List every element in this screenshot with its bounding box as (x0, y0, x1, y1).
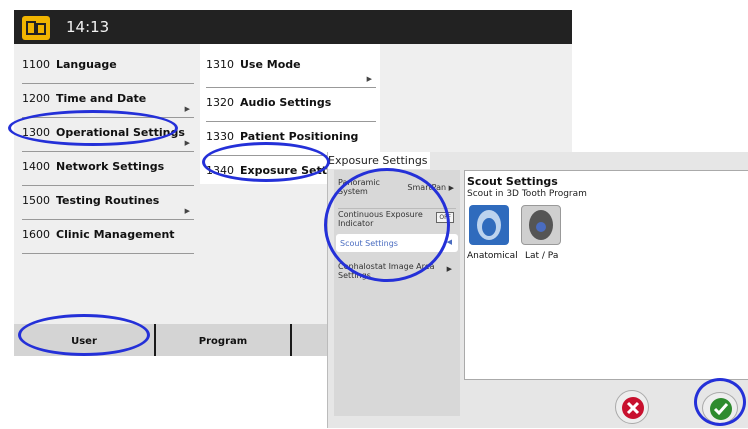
menu-num: 1100 (22, 58, 50, 71)
menu-label: Use Mode (240, 58, 301, 71)
skull-front-icon (477, 210, 501, 240)
close-icon (622, 397, 644, 419)
menu-label: Language (56, 58, 117, 71)
menu-num: 1200 (22, 92, 50, 105)
menu-label: Testing Routines (56, 194, 160, 207)
menu-item-1310[interactable]: 1310 Use Mode ▶ (206, 54, 376, 88)
arrow-right-icon: ▶ (448, 184, 454, 192)
menu-label: Audio Settings (240, 96, 332, 109)
menu-label: Patient Positioning (240, 130, 359, 143)
option-label: Anatomical (467, 251, 518, 261)
arrow-right-icon: ▶ (184, 207, 190, 215)
menu-level1: 1100 Language 1200 Time and Date ▶ 1300 Ope… (14, 44, 198, 334)
panel-title: Exposure Settings (328, 152, 430, 169)
scout-settings-pane: Scout Settings Scout in 3D Tooth Program… (464, 170, 748, 380)
option-label: Lat / Pa (525, 251, 559, 261)
clock: 14:13 (66, 18, 110, 36)
menu-num: 1320 (206, 96, 234, 109)
highlight-ring (202, 142, 330, 182)
lat-pa-option[interactable] (521, 205, 561, 245)
menu-item-1400[interactable]: 1400 Network Settings (22, 152, 194, 186)
menu-item-1100[interactable]: 1100 Language (22, 50, 194, 84)
menu-label: Clinic Management (56, 228, 175, 241)
menu-num: 1500 (22, 194, 50, 207)
pane-title: Scout Settings (467, 175, 558, 188)
menu-item-1320[interactable]: 1320 Audio Settings (206, 88, 376, 122)
tab-third[interactable] (292, 324, 332, 356)
highlight-ring (324, 168, 450, 282)
highlight-ring (8, 110, 178, 146)
cancel-button[interactable] (615, 390, 649, 424)
anatomical-option[interactable] (469, 205, 509, 245)
arrow-right-icon: ▶ (184, 139, 190, 147)
menu-label: Network Settings (56, 160, 165, 173)
menu-label: Time and Date (56, 92, 147, 105)
highlight-ring (18, 314, 150, 356)
arrow-right-icon: ▶ (446, 265, 452, 273)
menu-num: 1310 (206, 58, 234, 71)
skull-side-icon (529, 210, 553, 240)
divider (22, 253, 194, 254)
top-bar: 14:13 (14, 10, 572, 44)
menu-num: 1400 (22, 160, 50, 173)
tab-program[interactable]: Program (156, 324, 290, 356)
arrow-right-icon: ▶ (184, 105, 190, 113)
menu-num: 1600 (22, 228, 50, 241)
menu-item-1500[interactable]: 1500 Testing Routines ▶ (22, 186, 194, 220)
arrow-right-icon: ▶ (366, 75, 372, 83)
highlight-ring (694, 378, 746, 426)
home-icon[interactable] (22, 16, 50, 40)
pane-subtitle: Scout in 3D Tooth Program (467, 189, 587, 199)
menu-item-1600[interactable]: 1600 Clinic Management (22, 220, 194, 254)
menu-num: 1330 (206, 130, 234, 143)
